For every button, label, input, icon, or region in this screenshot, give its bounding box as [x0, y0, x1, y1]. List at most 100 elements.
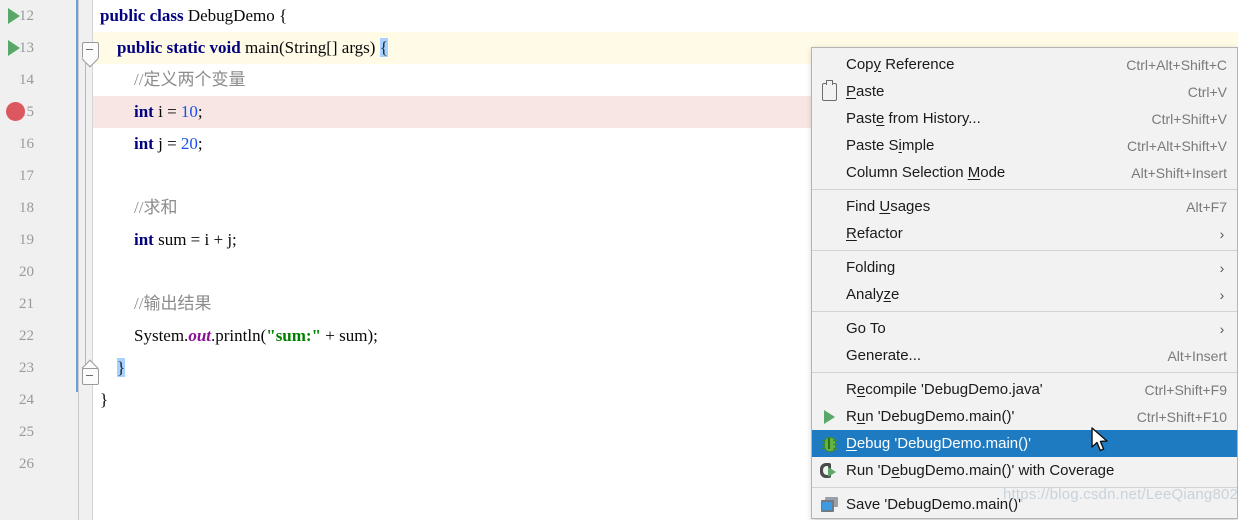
menu-icon-placeholder: [812, 220, 846, 247]
run-gutter-icon[interactable]: [8, 40, 20, 56]
line-number: 21: [19, 296, 34, 312]
line-number: 20: [19, 264, 34, 280]
line-number: 18: [19, 200, 34, 216]
menu-item-label: Analyze: [846, 286, 900, 303]
code-token: public static void: [117, 38, 245, 57]
menu-item-copy-reference[interactable]: Copy Reference Ctrl+Alt+Shift+C: [812, 51, 1237, 78]
line-number: 17: [19, 168, 34, 184]
menu-item-shortcut: Alt+Shift+Insert: [1131, 164, 1227, 181]
fold-rail: [78, 0, 79, 520]
menu-item-refactor[interactable]: Refactor ›: [812, 220, 1237, 247]
menu-item-label: Copy Reference: [846, 56, 955, 73]
menu-item-paste-from-history[interactable]: Paste from History... Ctrl+Shift+V: [812, 105, 1237, 132]
menu-item-run-with-coverage[interactable]: Run 'DebugDemo.main()' with Coverage: [812, 457, 1237, 484]
menu-item-recompile[interactable]: Recompile 'DebugDemo.java' Ctrl+Shift+F9: [812, 376, 1237, 403]
menu-icon-placeholder: [812, 342, 846, 369]
menu-item-run[interactable]: Run 'DebugDemo.main()' Ctrl+Shift+F10: [812, 403, 1237, 430]
menu-item-label: Folding: [846, 259, 896, 276]
menu-icon-placeholder: [812, 132, 846, 159]
menu-icon-placeholder: [812, 376, 846, 403]
line-number: 23: [19, 360, 34, 376]
line-number: 26: [19, 456, 34, 472]
code-token: ;: [197, 102, 203, 121]
menu-item-go-to[interactable]: Go To ›: [812, 315, 1237, 342]
menu-item-paste-simple[interactable]: Paste Simple Ctrl+Alt+Shift+V: [812, 132, 1237, 159]
code-token: class: [149, 6, 188, 25]
menu-item-column-selection-mode[interactable]: Column Selection Mode Alt+Shift+Insert: [812, 159, 1237, 186]
watermark-text: https://blog.csdn.net/LeeQiang8023: [1003, 486, 1238, 503]
coverage-icon: [812, 457, 846, 484]
code-token: //定义两个变量: [134, 70, 246, 89]
run-gutter-icon[interactable]: [8, 8, 20, 24]
code-token: i =: [153, 102, 181, 121]
code-token: int: [134, 102, 154, 121]
code-token: DebugDemo {: [187, 6, 288, 25]
menu-item-label: Generate...: [846, 347, 922, 364]
code-token: System.: [134, 326, 189, 345]
code-token: sum = i + j;: [153, 230, 237, 249]
run-icon: [812, 403, 846, 430]
menu-item-label: Paste from History...: [846, 110, 981, 127]
fold-connector-line: [85, 62, 86, 366]
menu-item-shortcut: Ctrl+V: [1187, 83, 1227, 100]
code-token: //求和: [134, 198, 178, 217]
line-number: 14: [19, 72, 34, 88]
code-token: + sum);: [321, 326, 378, 345]
fold-collapse-icon-bottom[interactable]: [82, 368, 99, 385]
code-token: out: [188, 326, 211, 345]
menu-separator-2: [812, 250, 1237, 251]
code-token: j =: [153, 134, 181, 153]
menu-item-debug[interactable]: Debug 'DebugDemo.main()': [812, 430, 1237, 457]
menu-item-label: Find Usages: [846, 198, 931, 215]
menu-item-generate[interactable]: Generate... Alt+Insert: [812, 342, 1237, 369]
menu-item-label: Paste: [846, 83, 885, 100]
menu-item-label: Run 'DebugDemo.main()': [846, 408, 1015, 425]
menu-item-shortcut: Ctrl+Shift+F9: [1144, 381, 1227, 398]
chevron-right-icon: ›: [1219, 225, 1225, 242]
menu-separator-3: [812, 311, 1237, 312]
menu-item-paste[interactable]: Paste Ctrl+V: [812, 78, 1237, 105]
code-token: .println(: [211, 326, 267, 345]
fold-rail-active: [76, 0, 78, 392]
code-token: }: [100, 390, 109, 409]
menu-icon-placeholder: [812, 159, 846, 186]
code-token: {: [379, 38, 388, 57]
chevron-right-icon: ›: [1219, 286, 1225, 303]
menu-icon-placeholder: [812, 51, 846, 78]
line-number: 22: [19, 328, 34, 344]
save-icon: [812, 491, 846, 518]
menu-item-label: Debug 'DebugDemo.main()': [846, 435, 1031, 452]
menu-item-label: Run 'DebugDemo.main()' with Coverage: [846, 462, 1115, 479]
menu-item-shortcut: Ctrl+Shift+F10: [1136, 408, 1227, 425]
chevron-right-icon: ›: [1219, 320, 1225, 337]
debug-icon: [812, 430, 846, 457]
menu-item-label: Go To: [846, 320, 886, 337]
menu-icon-placeholder: [812, 193, 846, 220]
menu-item-find-usages[interactable]: Find Usages Alt+F7: [812, 193, 1237, 220]
menu-item-folding[interactable]: Folding ›: [812, 254, 1237, 281]
menu-item-label: Paste Simple: [846, 137, 935, 154]
breakpoint-icon[interactable]: [6, 102, 25, 121]
menu-item-shortcut: Ctrl+Shift+V: [1151, 110, 1227, 127]
editor-gutter[interactable]: 12 13 14 15 16 17 18 19 20 21 22 23 24 25 26: [0, 0, 99, 520]
code-token: public: [100, 6, 150, 25]
code-token: ;: [197, 134, 203, 153]
menu-icon-placeholder: [812, 254, 846, 281]
code-token: 20: [180, 134, 198, 153]
code-line[interactable]: public class DebugDemo {: [100, 0, 1238, 32]
menu-item-shortcut: Alt+Insert: [1167, 347, 1227, 364]
menu-item-label: Refactor: [846, 225, 903, 242]
menu-item-shortcut: Ctrl+Alt+Shift+C: [1126, 56, 1227, 73]
code-token: }: [117, 358, 126, 377]
menu-item-analyze[interactable]: Analyze ›: [812, 281, 1237, 308]
chevron-right-icon: ›: [1219, 259, 1225, 276]
ide-editor-screen: 12 13 14 15 16 17 18 19 20 21 22 23 24 25 26 public cl…: [0, 0, 1238, 520]
editor-context-menu[interactable]: Copy Reference Ctrl+Alt+Shift+C Paste Ctrl+…: [811, 47, 1238, 519]
code-token: //输出结果: [134, 294, 212, 313]
code-token: int: [134, 134, 154, 153]
